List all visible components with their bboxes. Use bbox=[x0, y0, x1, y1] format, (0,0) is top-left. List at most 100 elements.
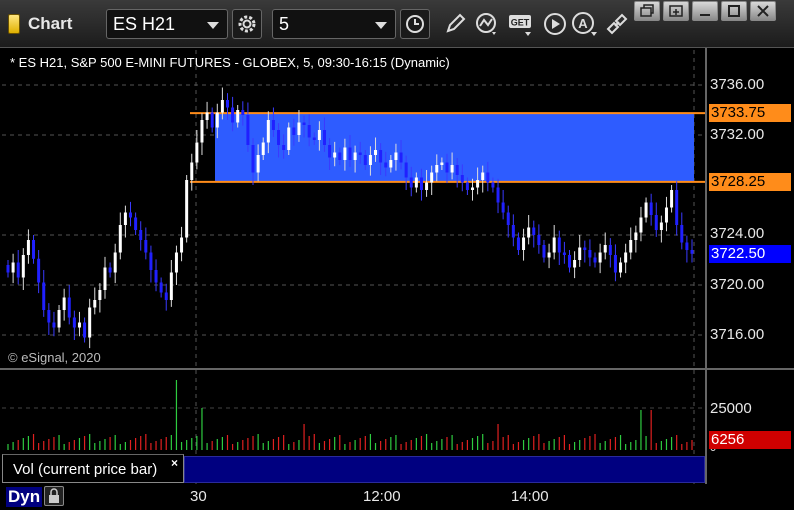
candle-body bbox=[404, 162, 408, 178]
candle-body bbox=[481, 172, 485, 180]
candle-body bbox=[516, 237, 520, 250]
candle-body bbox=[72, 317, 76, 328]
candle-body bbox=[567, 255, 571, 268]
candle-body bbox=[639, 217, 643, 233]
candle-body bbox=[394, 152, 398, 160]
candle-body bbox=[501, 202, 505, 213]
candle-body bbox=[149, 252, 153, 270]
candle-body bbox=[225, 100, 229, 108]
volume-legend[interactable]: Vol (current price bar) bbox=[2, 454, 184, 483]
candle-body bbox=[496, 187, 500, 203]
candle-body bbox=[113, 252, 117, 273]
candle-body bbox=[613, 255, 617, 273]
time-tick: 12:00 bbox=[363, 488, 401, 505]
candle-body bbox=[220, 100, 224, 113]
candle-body bbox=[297, 122, 301, 135]
candle-body bbox=[409, 177, 413, 188]
candle-body bbox=[190, 162, 194, 180]
candle-body bbox=[358, 152, 362, 155]
candle-body bbox=[532, 227, 536, 235]
candle-body bbox=[445, 162, 449, 173]
candle-body bbox=[578, 247, 582, 260]
candle-body bbox=[123, 212, 127, 225]
candle-body bbox=[486, 172, 490, 183]
candle-body bbox=[399, 152, 403, 163]
candle-body bbox=[307, 125, 311, 138]
volume-tick: 25000 bbox=[710, 400, 752, 417]
candle-body bbox=[654, 215, 658, 230]
candle-body bbox=[624, 252, 628, 263]
band-fill bbox=[215, 113, 694, 182]
candle-body bbox=[200, 120, 204, 143]
band-lower-label: 3728.25 bbox=[709, 173, 791, 191]
candle-body bbox=[450, 165, 454, 173]
candle-body bbox=[573, 260, 577, 268]
candle-body bbox=[32, 240, 36, 259]
candle-body bbox=[62, 297, 66, 310]
price-tick: 3736.00 bbox=[710, 76, 765, 93]
candle-body bbox=[343, 147, 347, 160]
candle-body bbox=[670, 190, 674, 208]
copyright-text: © eSignal, 2020 bbox=[8, 350, 101, 365]
candle-body bbox=[389, 160, 393, 168]
candle-body bbox=[685, 242, 689, 250]
candle-body bbox=[103, 267, 107, 290]
candle-body bbox=[455, 165, 459, 175]
candle-body bbox=[322, 130, 326, 145]
candle-body bbox=[491, 182, 495, 188]
candle-body bbox=[511, 225, 515, 238]
lock-icon[interactable] bbox=[44, 486, 64, 506]
candle-body bbox=[118, 225, 122, 253]
candle-body bbox=[659, 222, 663, 230]
candle-body bbox=[195, 142, 199, 163]
candle-body bbox=[664, 207, 668, 223]
candle-body bbox=[67, 297, 71, 318]
candle-body bbox=[338, 152, 342, 160]
candle-body bbox=[562, 252, 566, 255]
candle-body bbox=[435, 165, 439, 173]
price-tick: 3716.00 bbox=[710, 326, 765, 343]
candle-body bbox=[634, 232, 638, 240]
scale-mode-label[interactable]: Dyn bbox=[6, 487, 43, 507]
candle-body bbox=[185, 180, 189, 238]
volume-bars bbox=[7, 380, 693, 450]
candle-body bbox=[588, 250, 592, 258]
candle-body bbox=[680, 225, 684, 243]
candle-body bbox=[180, 237, 184, 253]
candle-body bbox=[154, 270, 158, 283]
candle-body bbox=[302, 122, 306, 125]
candle-body bbox=[328, 145, 332, 158]
candle-body bbox=[440, 162, 444, 165]
chart-canvas bbox=[2, 50, 705, 484]
candle-body bbox=[261, 142, 265, 155]
candle-body bbox=[6, 265, 10, 273]
candle-body bbox=[129, 212, 133, 218]
close-icon[interactable]: × bbox=[171, 456, 178, 470]
candle-body bbox=[465, 182, 469, 190]
pane-divider[interactable] bbox=[0, 368, 794, 370]
candle-body bbox=[236, 110, 240, 123]
candle-body bbox=[608, 245, 612, 255]
candle-body bbox=[629, 240, 633, 253]
candle-body bbox=[476, 180, 480, 188]
candle-body bbox=[83, 322, 87, 338]
candle-body bbox=[419, 177, 423, 190]
candle-body bbox=[210, 112, 214, 128]
candle-body bbox=[460, 175, 464, 183]
candle-body bbox=[52, 322, 56, 328]
candle-body bbox=[251, 145, 255, 173]
candle-body bbox=[11, 262, 15, 273]
candle-body bbox=[374, 150, 378, 155]
chart-header: * ES H21, S&P 500 E-MINI FUTURES - GLOBE… bbox=[10, 55, 450, 70]
candle-body bbox=[47, 310, 51, 323]
candle-body bbox=[26, 240, 30, 255]
volume-legend-bar bbox=[184, 456, 705, 483]
candle-body bbox=[42, 282, 46, 310]
candle-body bbox=[537, 235, 541, 245]
candle-body bbox=[241, 110, 245, 115]
candle-body bbox=[603, 245, 607, 253]
axis-divider bbox=[705, 48, 707, 488]
candle-body bbox=[384, 162, 388, 168]
candle-body bbox=[430, 172, 434, 183]
candle-body bbox=[598, 252, 602, 263]
